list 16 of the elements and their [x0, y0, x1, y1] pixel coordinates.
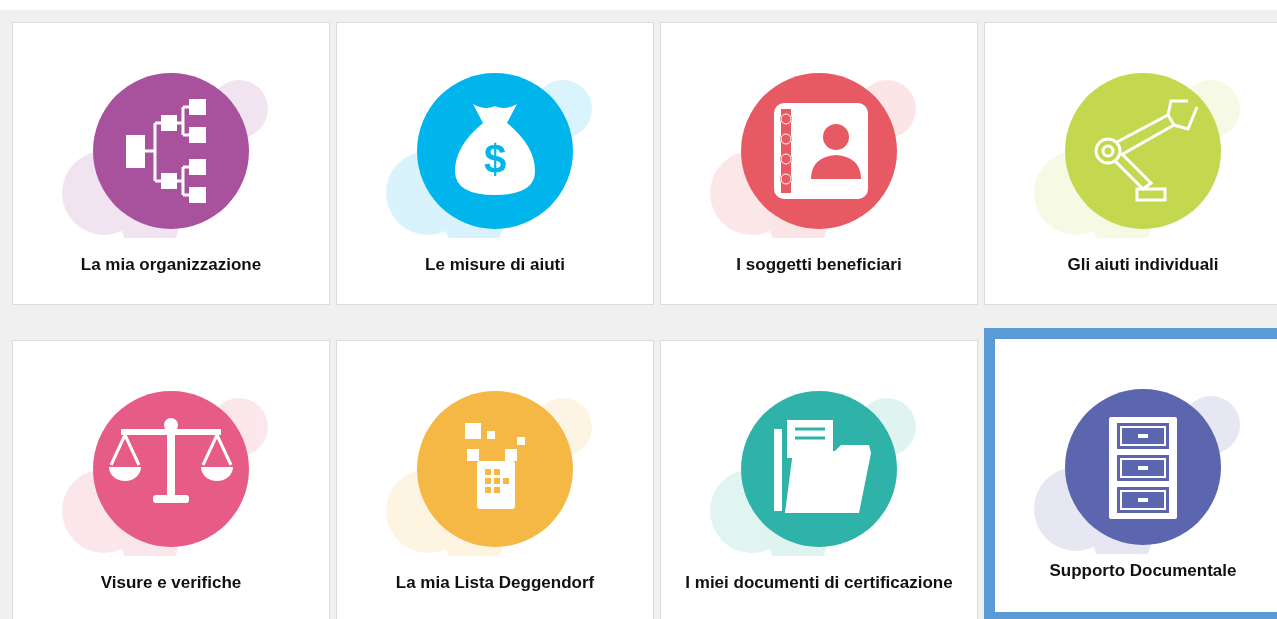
menu-tile[interactable]: $ Le misure di aiuti: [336, 22, 654, 305]
money-bag-icon: $: [455, 104, 535, 195]
menu-tile[interactable]: Supporto Documentale: [984, 328, 1277, 619]
menu-tile[interactable]: I soggetti beneficiari: [660, 22, 978, 305]
robot-arm-icon: [1094, 99, 1199, 202]
org-chart-icon: [126, 99, 206, 203]
menu-tile[interactable]: La mia organizzazione: [12, 22, 330, 305]
address-book-icon: [774, 103, 868, 199]
menu-tile[interactable]: I miei documenti di certificazione: [660, 340, 978, 619]
menu-tile[interactable]: Visure e verifiche: [12, 340, 330, 619]
scales-icon: [109, 418, 233, 503]
tablet-icon: [465, 423, 525, 509]
filing-cabinet-icon: [1109, 417, 1177, 519]
folder-icon: [774, 418, 871, 513]
menu-tile[interactable]: La mia Lista Deggendorf: [336, 340, 654, 619]
menu-tile[interactable]: Gli aiuti individuali: [984, 22, 1277, 305]
